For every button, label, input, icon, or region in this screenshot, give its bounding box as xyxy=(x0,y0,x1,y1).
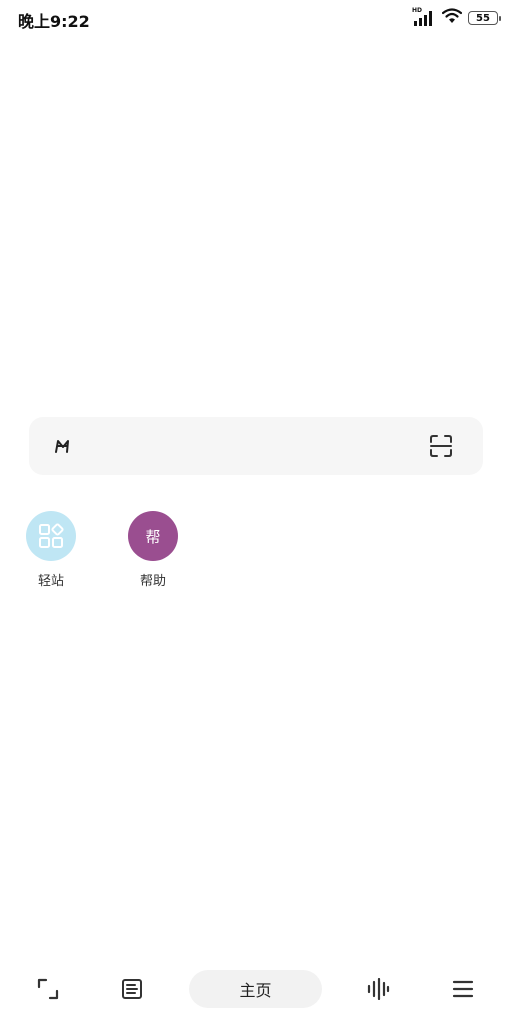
network-type-label: HD xyxy=(412,7,423,14)
help-icon[interactable]: 帮 xyxy=(128,511,178,561)
reader-icon[interactable] xyxy=(117,974,147,1004)
menu-icon[interactable] xyxy=(448,974,478,1004)
engine-logo-icon[interactable] xyxy=(53,436,73,456)
voice-wave-icon[interactable] xyxy=(363,974,393,1004)
status-bar: 晚上9:22 HD 55 xyxy=(0,0,512,36)
battery-icon: 55 xyxy=(468,11,501,25)
fullscreen-icon[interactable] xyxy=(33,974,63,1004)
scan-icon[interactable] xyxy=(429,434,453,458)
shortcut-label: 帮助 xyxy=(139,574,166,589)
search-bar[interactable] xyxy=(29,417,483,475)
status-icons: HD 55 xyxy=(412,7,501,28)
wifi-icon xyxy=(441,8,463,28)
battery-level: 55 xyxy=(476,12,490,24)
signal-icon: HD xyxy=(412,7,436,27)
shortcut-label: 轻站 xyxy=(37,574,64,589)
home-button[interactable]: 主页 xyxy=(189,970,322,1008)
shortcut-help[interactable]: 帮 帮助 xyxy=(118,511,188,589)
bottom-navigation: 主页 xyxy=(0,964,512,1014)
grid-apps-icon[interactable] xyxy=(26,511,76,561)
shortcut-light-sites[interactable]: 轻站 xyxy=(16,511,86,589)
status-time: 晚上9:22 xyxy=(18,12,90,31)
browser-home-screen: 晚上9:22 HD 55 轻站 帮 帮助 主页 xyxy=(0,0,512,1024)
